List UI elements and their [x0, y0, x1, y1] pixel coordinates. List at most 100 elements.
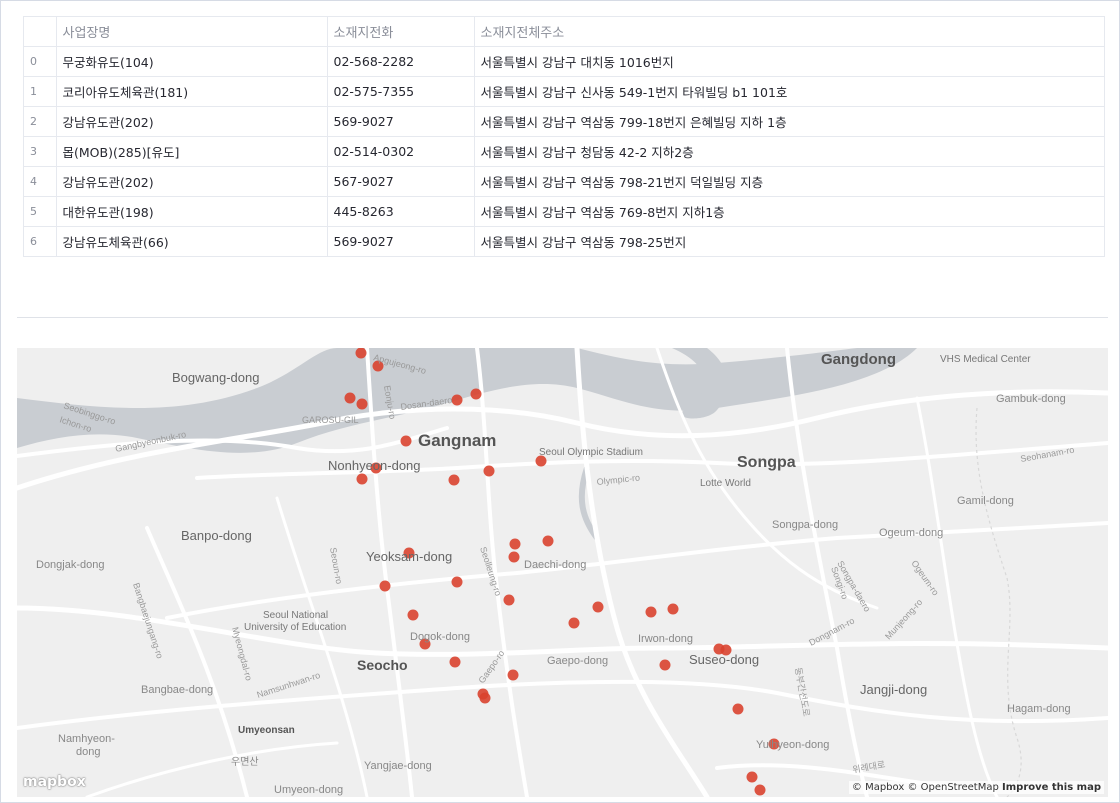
map-label-ogeum: Ogeum-dong — [879, 527, 943, 539]
row-index[interactable]: 1 — [24, 76, 57, 107]
map-label-umyeonsan: Umyeonsan — [238, 725, 295, 736]
map-marker[interactable] — [451, 394, 463, 406]
cell-name[interactable]: 코리아유도체육관(181) — [56, 76, 328, 107]
cell-name[interactable]: 무궁화유도(104) — [56, 46, 328, 77]
mapbox-logo[interactable]: mapbox — [23, 774, 86, 790]
row-index[interactable]: 2 — [24, 106, 57, 137]
map-label-bogwang: Bogwang-dong — [172, 370, 259, 385]
dataframe-table[interactable]: 사업장명 소재지전화 소재지전체주소 0 무궁화유도(104) 02-568-2… — [23, 16, 1105, 257]
map-marker[interactable] — [483, 465, 495, 477]
map-label-gangdong: Gangdong — [821, 351, 896, 368]
map-marker[interactable] — [592, 601, 604, 613]
cell-phone[interactable]: 02-575-7355 — [327, 76, 475, 107]
cell-phone[interactable]: 445-8263 — [327, 196, 475, 227]
improve-map-link[interactable]: Improve this map — [1002, 782, 1101, 793]
map-marker[interactable] — [356, 398, 368, 410]
cell-address[interactable]: 서울특별시 강남구 역삼동 798-25번지 — [474, 227, 1104, 257]
map-attribution: © Mapbox © OpenStreetMap Improve this ma… — [848, 781, 1104, 794]
map-marker[interactable] — [479, 692, 491, 704]
cell-address[interactable]: 서울특별시 강남구 청담동 42-2 지하2층 — [474, 136, 1104, 167]
table-row: 3 몹(MOB)(285)[유도] 02-514-0302 서울특별시 강남구 … — [24, 136, 1104, 167]
cell-name[interactable]: 강남유도관(202) — [56, 106, 328, 137]
map-marker[interactable] — [356, 473, 368, 485]
map-marker[interactable] — [754, 784, 766, 796]
map-marker[interactable] — [344, 392, 356, 404]
cell-phone[interactable]: 02-514-0302 — [327, 136, 475, 167]
cell-address[interactable]: 서울특별시 강남구 대치동 1016번지 — [474, 46, 1104, 77]
map-marker[interactable] — [355, 348, 367, 359]
map-canvas[interactable]: Gangnam Songpa Gangdong Seocho Bogwang-d… — [17, 348, 1108, 797]
table-row: 2 강남유도관(202) 569-9027 서울특별시 강남구 역삼동 799-… — [24, 106, 1104, 137]
map-label-gangnam: Gangnam — [418, 431, 496, 450]
map-marker[interactable] — [379, 580, 391, 592]
map-label-jangji: Jangji-dong — [860, 682, 927, 697]
map-poi-snue-1: Seoul National — [263, 610, 328, 621]
map-marker[interactable] — [503, 594, 515, 606]
map-marker[interactable] — [667, 603, 679, 615]
cell-address[interactable]: 서울특별시 강남구 신사동 549-1번지 타워빌딩 b1 101호 — [474, 76, 1104, 107]
map-poi-lotte-world: Lotte World — [700, 478, 751, 489]
map-label-dongjak: Dongjak-dong — [36, 559, 105, 571]
map-marker[interactable] — [659, 659, 671, 671]
table-row: 5 대한유도관(198) 445-8263 서울특별시 강남구 역삼동 769-… — [24, 196, 1104, 227]
column-header-phone[interactable]: 소재지전화 — [327, 17, 475, 47]
attribution-osm-link[interactable]: © OpenStreetMap — [907, 782, 998, 793]
map-marker[interactable] — [542, 535, 554, 547]
map-marker[interactable] — [449, 656, 461, 668]
cell-name[interactable]: 강남유도체육관(66) — [56, 226, 328, 256]
map-marker[interactable] — [507, 669, 519, 681]
map-label-yulhyeon: Yulhyeon-dong — [756, 739, 829, 751]
map-label-namhyeon-dong: dong — [76, 746, 100, 758]
map-label-gaepo: Gaepo-dong — [547, 655, 608, 667]
column-header-index[interactable] — [24, 17, 57, 47]
row-index[interactable]: 4 — [24, 166, 57, 197]
map-poi-garosu: GAROSU-GIL — [302, 415, 359, 425]
map-label-gambuk: Gambuk-dong — [996, 393, 1066, 405]
map-label-umyeonsan-kr: 우면산 — [231, 756, 259, 768]
map-label-nonhyeon: Nonhyeon-dong — [328, 458, 421, 473]
cell-phone[interactable]: 569-9027 — [327, 226, 475, 256]
map-marker[interactable] — [451, 576, 463, 588]
cell-address[interactable]: 서울특별시 강남구 역삼동 798-21번지 덕일빌딩 지층 — [474, 166, 1104, 197]
column-header-name[interactable]: 사업장명 — [56, 17, 328, 47]
row-index[interactable]: 5 — [24, 196, 57, 227]
row-index[interactable]: 3 — [24, 136, 57, 167]
cell-address[interactable]: 서울특별시 강남구 역삼동 769-8번지 지하1층 — [474, 196, 1104, 227]
table-row: 4 강남유도관(202) 567-9027 서울특별시 강남구 역삼동 798-… — [24, 166, 1104, 197]
row-index[interactable]: 0 — [24, 46, 57, 77]
map-marker[interactable] — [509, 538, 521, 550]
map-marker[interactable] — [746, 771, 758, 783]
map-label-songpa-dong: Songpa-dong — [772, 519, 838, 531]
map-label-irwon: Irwon-dong — [638, 633, 693, 645]
map-label-yeoksam: Yeoksam-dong — [366, 549, 452, 564]
cell-name[interactable]: 강남유도관(202) — [56, 166, 328, 197]
map-view[interactable]: Gangnam Songpa Gangdong Seocho Bogwang-d… — [17, 348, 1108, 797]
cell-phone[interactable]: 567-9027 — [327, 166, 475, 197]
map-marker[interactable] — [508, 551, 520, 563]
cell-phone[interactable]: 02-568-2282 — [327, 46, 475, 77]
map-label-hagam: Hagam-dong — [1007, 703, 1071, 715]
map-label-banpo: Banpo-dong — [181, 528, 252, 543]
map-label-daechi: Daechi-dong — [524, 559, 586, 571]
map-marker[interactable] — [448, 474, 460, 486]
map-marker[interactable] — [407, 609, 419, 621]
map-marker[interactable] — [645, 606, 657, 618]
cell-address[interactable]: 서울특별시 강남구 역삼동 799-18번지 은혜빌딩 지하 1층 — [474, 106, 1104, 137]
map-marker[interactable] — [568, 617, 580, 629]
cell-name[interactable]: 대한유도관(198) — [56, 196, 328, 227]
map-label-bangbae: Bangbae-dong — [141, 684, 213, 696]
column-header-address[interactable]: 소재지전체주소 — [474, 17, 1104, 47]
table-row: 6 강남유도체육관(66) 569-9027 서울특별시 강남구 역삼동 798… — [24, 226, 1104, 257]
map-marker[interactable] — [732, 703, 744, 715]
map-poi-olympic-stadium: Seoul Olympic Stadium — [539, 447, 643, 458]
section-divider — [17, 317, 1108, 318]
attribution-mapbox-link[interactable]: © Mapbox — [852, 782, 904, 793]
map-marker[interactable] — [400, 435, 412, 447]
map-label-umyeon-dong: Umyeon-dong — [274, 784, 343, 796]
map-marker[interactable] — [470, 388, 482, 400]
row-index[interactable]: 6 — [24, 226, 57, 256]
table-header-row: 사업장명 소재지전화 소재지전체주소 — [24, 17, 1104, 47]
cell-name[interactable]: 몹(MOB)(285)[유도] — [56, 136, 328, 167]
table-row: 1 코리아유도체육관(181) 02-575-7355 서울특별시 강남구 신사… — [24, 76, 1104, 107]
cell-phone[interactable]: 569-9027 — [327, 106, 475, 137]
